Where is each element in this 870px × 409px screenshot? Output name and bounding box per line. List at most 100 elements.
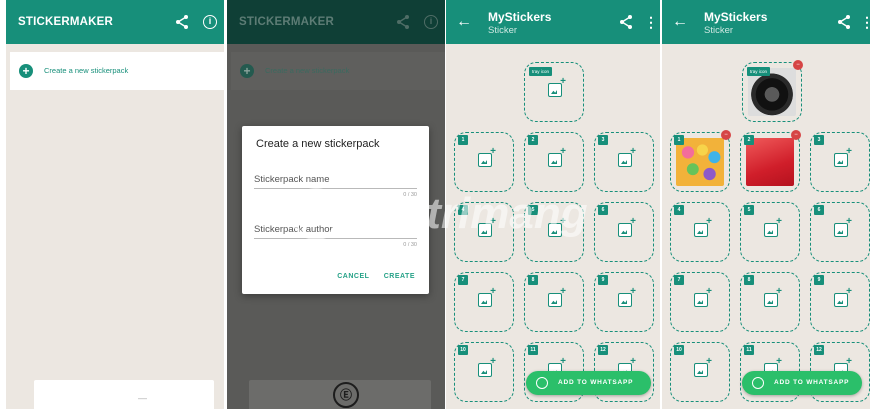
toolbar-titles: MyStickers Sticker <box>704 10 767 37</box>
sticker-slot[interactable]: 3 <box>810 132 870 192</box>
slot-number: 1 <box>458 135 468 145</box>
add-to-whatsapp-label: ADD TO WHATSAPP <box>774 379 850 386</box>
share-icon[interactable] <box>174 14 190 30</box>
tray-icon-slot[interactable]: tray icon <box>524 62 584 122</box>
delete-badge-icon[interactable]: − <box>791 130 801 140</box>
input-underline <box>254 188 417 189</box>
info-icon: i <box>423 14 439 30</box>
add-to-whatsapp-label: ADD TO WHATSAPP <box>558 379 634 386</box>
sticker-slot[interactable]: 1 <box>454 132 514 192</box>
create-stickerpack-dialog: Create a new stickerpack Stickerpack nam… <box>242 126 429 294</box>
sticker-slot[interactable]: 8 <box>524 272 584 332</box>
app-title: STICKERMAKER <box>18 16 114 28</box>
more-vert-icon[interactable]: ⋮ <box>860 14 870 30</box>
add-image-icon <box>478 146 496 167</box>
add-to-whatsapp-button[interactable]: ADD TO WHATSAPP <box>526 371 651 395</box>
tray-label: tray icon <box>529 67 553 76</box>
add-circle-icon: + <box>19 64 33 78</box>
tray-icon-slot[interactable]: tray icon − <box>742 60 803 122</box>
create-stickerpack-row[interactable]: + Create a new stickerpack <box>10 52 224 90</box>
info-icon[interactable]: i <box>202 14 218 30</box>
sticker-slot[interactable]: 9 <box>810 272 870 332</box>
app-bar: ← MyStickers Sticker ⋮ <box>662 0 870 44</box>
banner-text: — <box>138 393 147 403</box>
arrow-back-icon[interactable]: ← <box>456 13 472 31</box>
add-image-icon <box>548 76 566 97</box>
sticker-slot[interactable]: 1− <box>670 130 731 192</box>
pack-title: MyStickers <box>488 10 552 24</box>
slot-number: 2 <box>528 135 538 145</box>
stickerpack-author-input[interactable]: Stickerpack author <box>254 224 333 235</box>
share-icon[interactable] <box>618 14 634 30</box>
slot-number: 4 <box>458 205 468 215</box>
arrow-back-icon[interactable]: ← <box>672 13 688 31</box>
add-image-icon <box>764 286 782 307</box>
slot-number: 3 <box>814 135 824 145</box>
delete-badge-icon[interactable]: − <box>793 60 803 70</box>
sticker-slot[interactable]: 6 <box>594 202 654 262</box>
add-image-icon <box>618 216 636 237</box>
slot-number: 2 <box>744 135 754 145</box>
sticker-image <box>746 138 794 186</box>
sticker-slot[interactable]: 10 <box>454 342 514 402</box>
sticker-slot[interactable]: 2− <box>740 130 801 192</box>
add-image-icon <box>834 216 852 237</box>
more-vert-icon[interactable]: ⋮ <box>644 14 658 30</box>
add-image-icon <box>618 286 636 307</box>
slot-number: 10 <box>458 345 468 355</box>
slot-number: 5 <box>528 205 538 215</box>
dialog-actions: CANCEL CREATE <box>325 273 415 280</box>
sticker-slot[interactable]: 9 <box>594 272 654 332</box>
add-image-icon <box>834 286 852 307</box>
add-image-icon <box>764 216 782 237</box>
app-bar: STICKERMAKER i <box>6 0 224 44</box>
stickerpack-name-input[interactable]: Stickerpack name <box>254 174 330 185</box>
delete-badge-icon[interactable]: − <box>721 130 731 140</box>
cancel-button[interactable]: CANCEL <box>337 273 369 280</box>
stickerpack-name-field[interactable]: Stickerpack name 0 / 30 <box>254 174 417 208</box>
create-stickerpack-label: Create a new stickerpack <box>265 66 350 75</box>
add-image-icon <box>478 216 496 237</box>
add-image-icon <box>548 146 566 167</box>
app-bar: ← MyStickers Sticker ⋮ <box>446 0 660 44</box>
add-image-icon <box>694 286 712 307</box>
sticker-slot[interactable]: 10 <box>670 342 730 402</box>
app-bar: STICKERMAKER i <box>227 0 445 44</box>
add-circle-icon: + <box>240 64 254 78</box>
add-to-whatsapp-button[interactable]: ADD TO WHATSAPP <box>742 371 862 395</box>
screen-sticker-pack-empty: ← MyStickers Sticker ⋮ tray icon 1 2 3 4… <box>446 0 660 409</box>
sticker-slot[interactable]: 3 <box>594 132 654 192</box>
add-image-icon <box>478 286 496 307</box>
sticker-slot[interactable]: 8 <box>740 272 800 332</box>
slot-number: 9 <box>814 275 824 285</box>
name-char-counter: 0 / 30 <box>403 192 417 198</box>
sticker-slot[interactable]: 4 <box>454 202 514 262</box>
slot-number: 11 <box>528 345 538 355</box>
add-image-icon <box>694 216 712 237</box>
share-icon[interactable] <box>836 14 852 30</box>
slot-number: 1 <box>674 135 684 145</box>
tray-label: tray icon <box>747 67 771 76</box>
sticker-slot[interactable]: 5 <box>524 202 584 262</box>
add-image-icon <box>694 356 712 377</box>
slot-number: 3 <box>598 135 608 145</box>
sticker-slot[interactable]: 4 <box>670 202 730 262</box>
ad-banner: — <box>34 380 214 409</box>
sticker-slot[interactable]: 7 <box>670 272 730 332</box>
slot-number: 9 <box>598 275 608 285</box>
slot-number: 10 <box>674 345 684 355</box>
stickerpack-author-field[interactable]: Stickerpack author 0 / 30 <box>254 224 417 258</box>
add-image-icon <box>834 146 852 167</box>
screen-create-dialog: STICKERMAKER i + Create a new stickerpac… <box>227 0 445 409</box>
sticker-slot[interactable]: 7 <box>454 272 514 332</box>
sticker-slot[interactable]: 5 <box>740 202 800 262</box>
sticker-slot[interactable]: 6 <box>810 202 870 262</box>
slot-number: 8 <box>744 275 754 285</box>
share-icon <box>395 14 411 30</box>
create-button[interactable]: CREATE <box>384 273 415 280</box>
add-image-icon <box>548 216 566 237</box>
pack-title: MyStickers <box>704 10 768 24</box>
whatsapp-icon <box>752 377 764 389</box>
sticker-slot[interactable]: 2 <box>524 132 584 192</box>
dialog-title: Create a new stickerpack <box>256 138 380 150</box>
